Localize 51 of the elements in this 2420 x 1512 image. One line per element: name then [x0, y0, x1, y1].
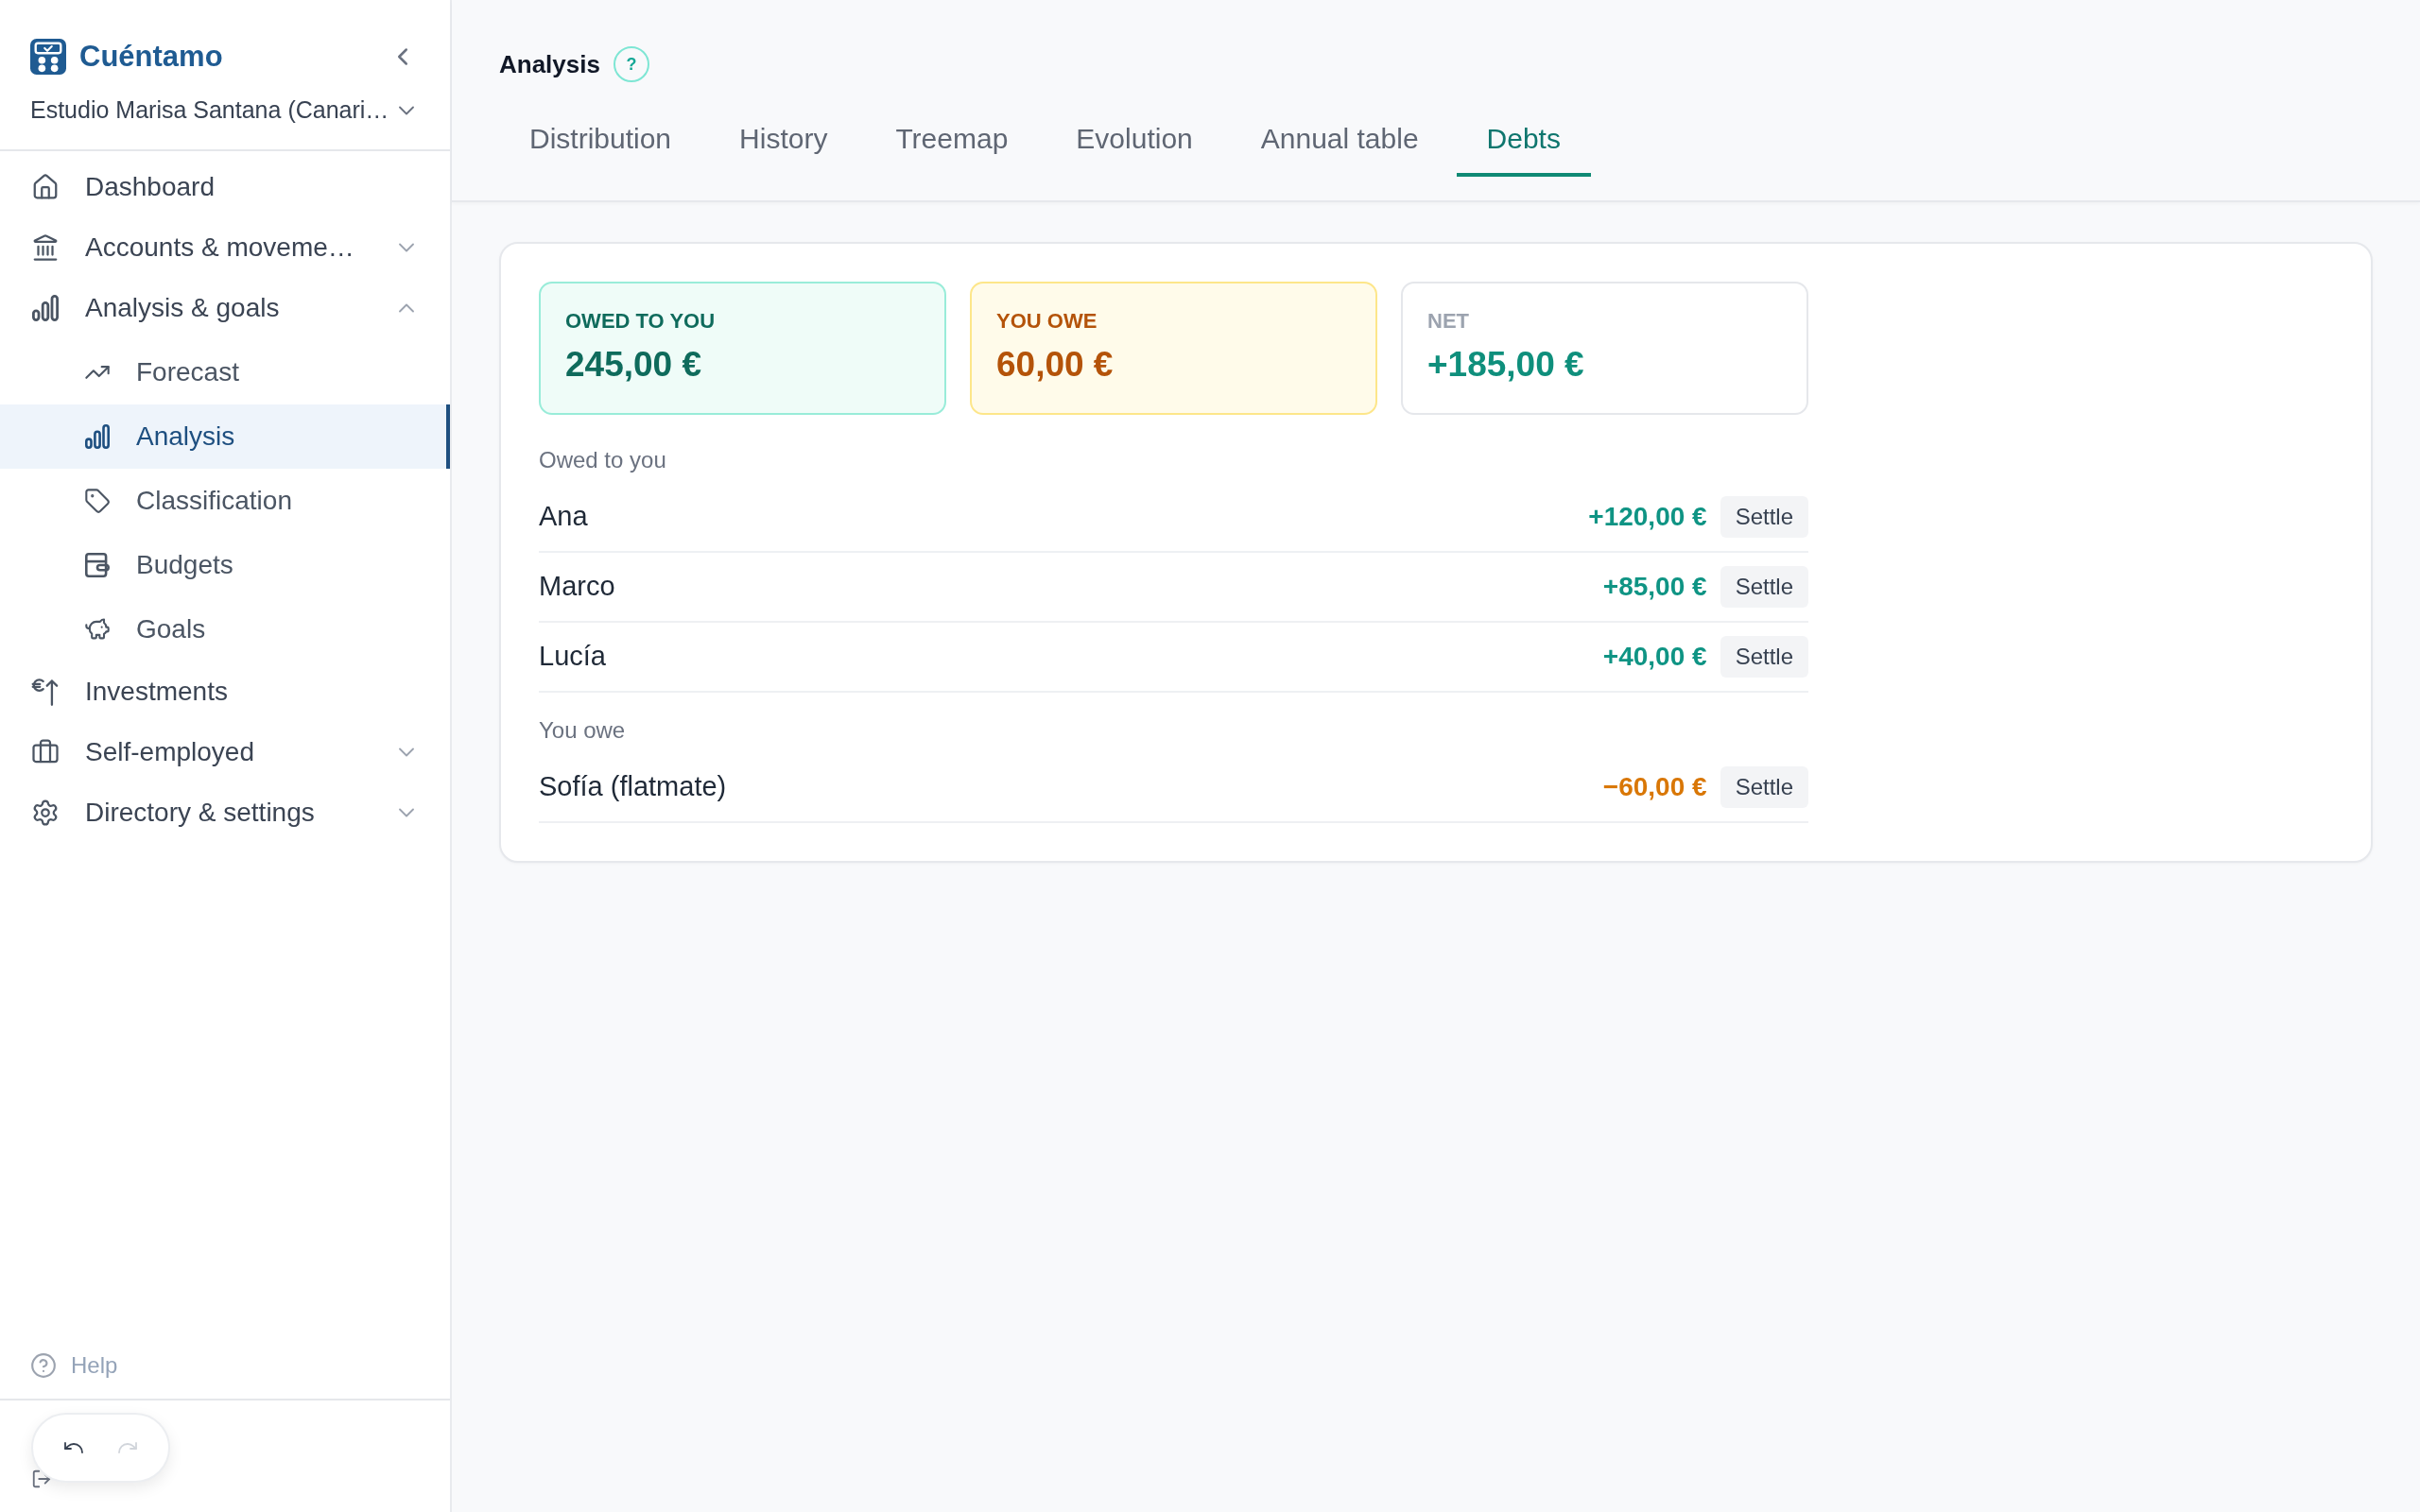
nav-item[interactable]: Dashboard	[0, 157, 450, 217]
person-name: Sofía (flatmate)	[539, 770, 728, 804]
summary-amount: 60,00 €	[996, 344, 1115, 386]
debt-amount: +120,00 €	[1588, 501, 1707, 533]
home-icon	[31, 173, 60, 201]
workspace-selector[interactable]: Estudio Marisa Santana (Canari…	[30, 94, 420, 127]
tab[interactable]: Treemap	[865, 103, 1039, 177]
settle-button[interactable]: Settle	[1720, 566, 1808, 608]
nav-item[interactable]: Investments	[0, 662, 450, 722]
person-name: Marco	[539, 570, 616, 604]
tab[interactable]: History	[709, 103, 858, 177]
settings-icon	[31, 799, 60, 827]
tab[interactable]: Annual table	[1230, 103, 1449, 177]
nav-subitem[interactable]: Budgets	[0, 533, 450, 597]
debt-amount: +40,00 €	[1602, 641, 1707, 673]
nav-item[interactable]: Analysis & goals	[0, 278, 450, 338]
tab[interactable]: Distribution	[499, 103, 702, 177]
summary-label: YOU OWE	[996, 308, 1098, 335]
nav-subitem[interactable]: Goals	[0, 597, 450, 662]
settle-button[interactable]: Settle	[1720, 636, 1808, 678]
logout-icon[interactable]	[31, 1469, 52, 1489]
debt-amount: −60,00 €	[1602, 771, 1707, 803]
nav-item[interactable]: Directory & settings	[0, 782, 450, 843]
bank-icon	[31, 233, 60, 262]
debt-amount: +85,00 €	[1602, 571, 1707, 603]
bar-chart-icon	[85, 424, 110, 449]
tab[interactable]: Debts	[1456, 103, 1591, 177]
euro-arrow-up-icon	[31, 678, 60, 706]
nav-subitem[interactable]: Analysis	[0, 404, 450, 469]
page-title: Analysis	[499, 48, 600, 80]
nav-subitem[interactable]: Forecast	[0, 340, 450, 404]
nav-item[interactable]: Accounts & moveme…	[0, 217, 450, 278]
tab[interactable]: Evolution	[1046, 103, 1223, 177]
settle-button[interactable]: Settle	[1720, 496, 1808, 538]
summary-amount: +185,00 €	[1427, 344, 1585, 386]
bar-chart-icon	[32, 295, 59, 321]
nav-item[interactable]: Self-employed	[0, 722, 450, 782]
help-icon	[31, 1353, 56, 1378]
brand-name: Cuéntamo	[79, 38, 223, 75]
section-heading: You owe	[539, 716, 627, 745]
settle-button[interactable]: Settle	[1720, 766, 1808, 808]
section-heading: Owed to you	[539, 446, 667, 474]
summary-amount: 245,00 €	[565, 344, 703, 386]
person-name: Ana	[539, 500, 589, 534]
wallet-icon	[85, 553, 110, 577]
summary-label: OWED TO YOU	[565, 308, 717, 335]
summary-label: NET	[1427, 308, 1470, 335]
nav-subitem[interactable]: Classification	[0, 469, 450, 533]
tag-icon	[84, 488, 111, 514]
calculator-logo-icon	[30, 39, 66, 75]
person-name: Lucía	[539, 640, 607, 674]
